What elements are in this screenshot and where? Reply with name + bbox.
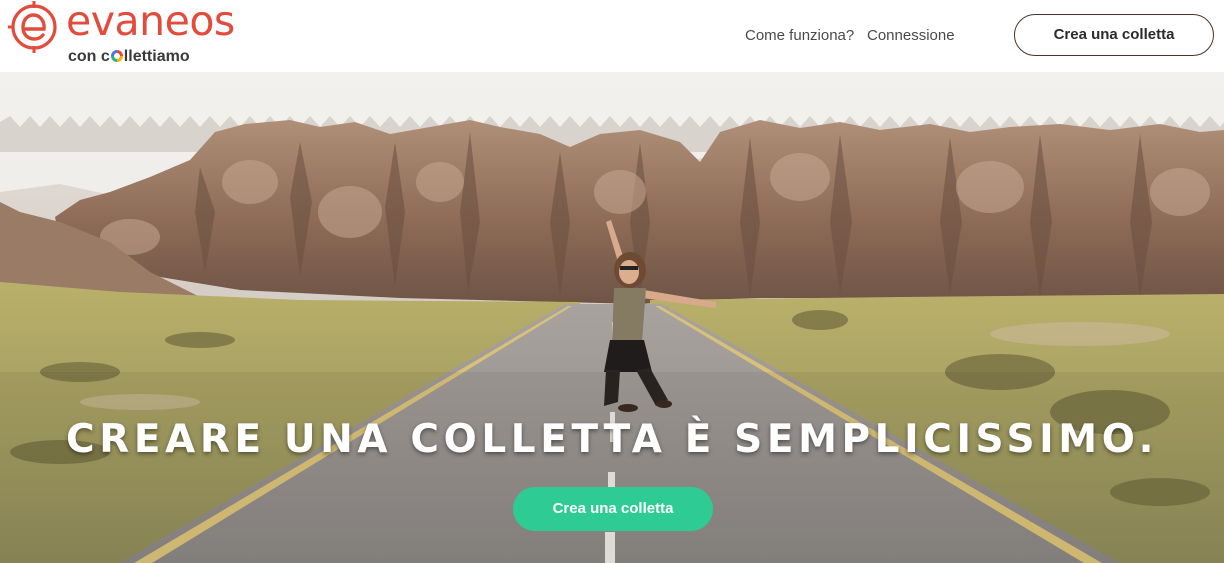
collettiamo-o-icon	[110, 50, 123, 62]
hero-section: CREARE UNA COLLETTA È SEMPLICISSIMO. Cre…	[0, 72, 1224, 563]
evaneos-logo[interactable]: evaneos con c llettiamo	[6, 0, 268, 72]
hero-title: CREARE UNA COLLETTA È SEMPLICISSIMO.	[65, 417, 1159, 462]
hero-create-collection-button[interactable]: Crea una colletta	[513, 487, 713, 531]
nav-how-it-works-link[interactable]: Come funziona?	[745, 27, 854, 45]
logo-subtitle: con c llettiamo	[68, 48, 190, 66]
logo-wordmark: evaneos	[66, 0, 235, 45]
logo-subtitle-prefix: con c	[68, 48, 110, 65]
nav-login-link[interactable]: Connessione	[867, 27, 955, 45]
evaneos-logo-icon	[8, 1, 57, 53]
header-create-collection-button[interactable]: Crea una colletta	[1014, 14, 1214, 56]
logo-subtitle-suffix: llettiamo	[123, 48, 190, 65]
site-header: evaneos con c llettiamo Come funziona? Co…	[0, 0, 1224, 72]
